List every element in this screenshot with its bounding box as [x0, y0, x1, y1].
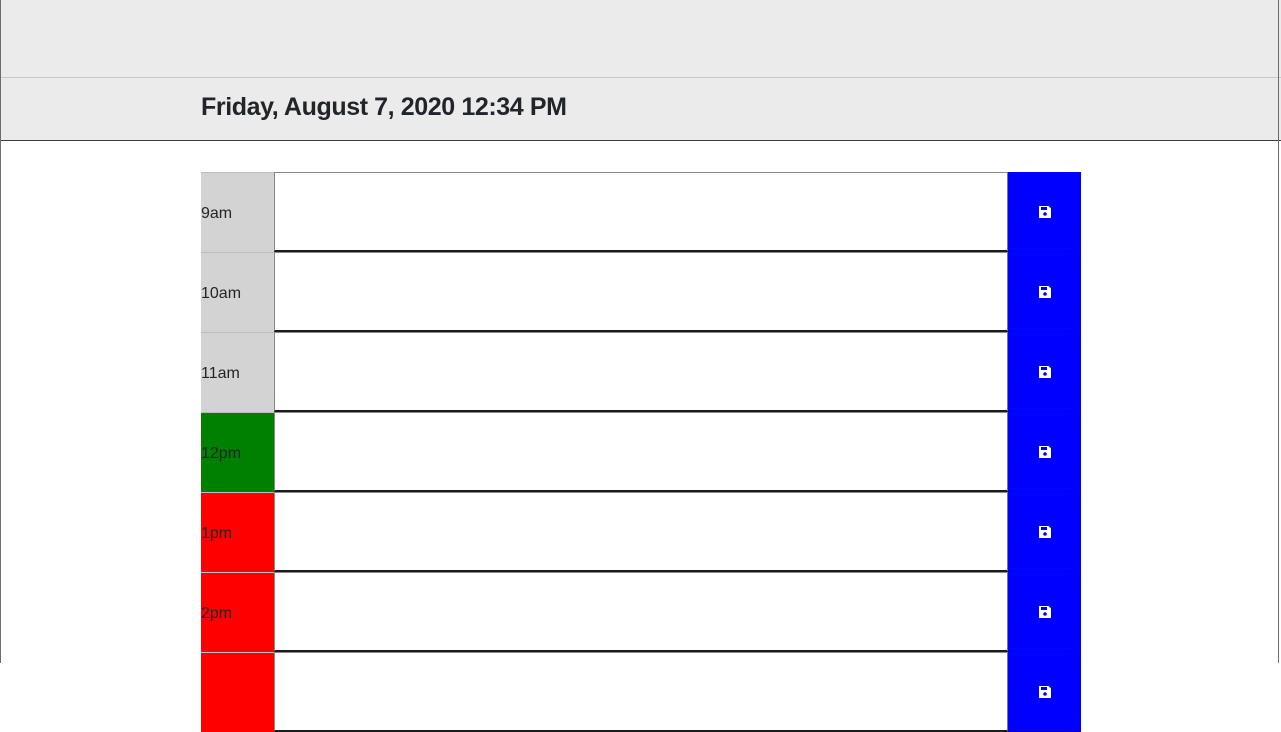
save-button[interactable]: [1008, 172, 1081, 252]
save-icon: [1038, 445, 1051, 458]
description-textarea[interactable]: [274, 492, 1008, 572]
planner-container: 9am 10am 11am 12pm 1pm 2pm: [201, 172, 1081, 732]
time-block: [201, 652, 1081, 732]
hour-label: [201, 652, 274, 732]
description-textarea[interactable]: [274, 652, 1008, 732]
description-textarea[interactable]: [274, 572, 1008, 652]
time-block: 12pm: [201, 412, 1081, 492]
description-textarea[interactable]: [274, 172, 1008, 252]
hour-label: 12pm: [201, 412, 274, 492]
time-block: 10am: [201, 252, 1081, 332]
time-block: 2pm: [201, 572, 1081, 652]
hour-label: 10am: [201, 252, 274, 332]
save-button[interactable]: [1008, 412, 1081, 492]
current-day: Friday, August 7, 2020 12:34 PM: [201, 93, 567, 121]
save-icon: [1038, 685, 1051, 698]
save-button[interactable]: [1008, 332, 1081, 412]
description-textarea[interactable]: [274, 412, 1008, 492]
description-textarea[interactable]: [274, 332, 1008, 412]
save-icon: [1038, 525, 1051, 538]
hour-label: 9am: [201, 172, 274, 252]
save-icon: [1038, 285, 1051, 298]
save-icon: [1038, 205, 1051, 218]
hour-label: 11am: [201, 332, 274, 412]
time-block: 9am: [201, 172, 1081, 252]
jumbotron-header: Friday, August 7, 2020 12:34 PM: [0, 0, 1281, 141]
save-button[interactable]: [1008, 252, 1081, 332]
description-textarea[interactable]: [274, 252, 1008, 332]
time-block: 1pm: [201, 492, 1081, 572]
save-button[interactable]: [1008, 572, 1081, 652]
time-block: 11am: [201, 332, 1081, 412]
save-button[interactable]: [1008, 492, 1081, 572]
save-icon: [1038, 605, 1051, 618]
hour-label: 2pm: [201, 572, 274, 652]
hour-label: 1pm: [201, 492, 274, 572]
save-button[interactable]: [1008, 652, 1081, 732]
header-divider: [0, 77, 1281, 78]
save-icon: [1038, 365, 1051, 378]
